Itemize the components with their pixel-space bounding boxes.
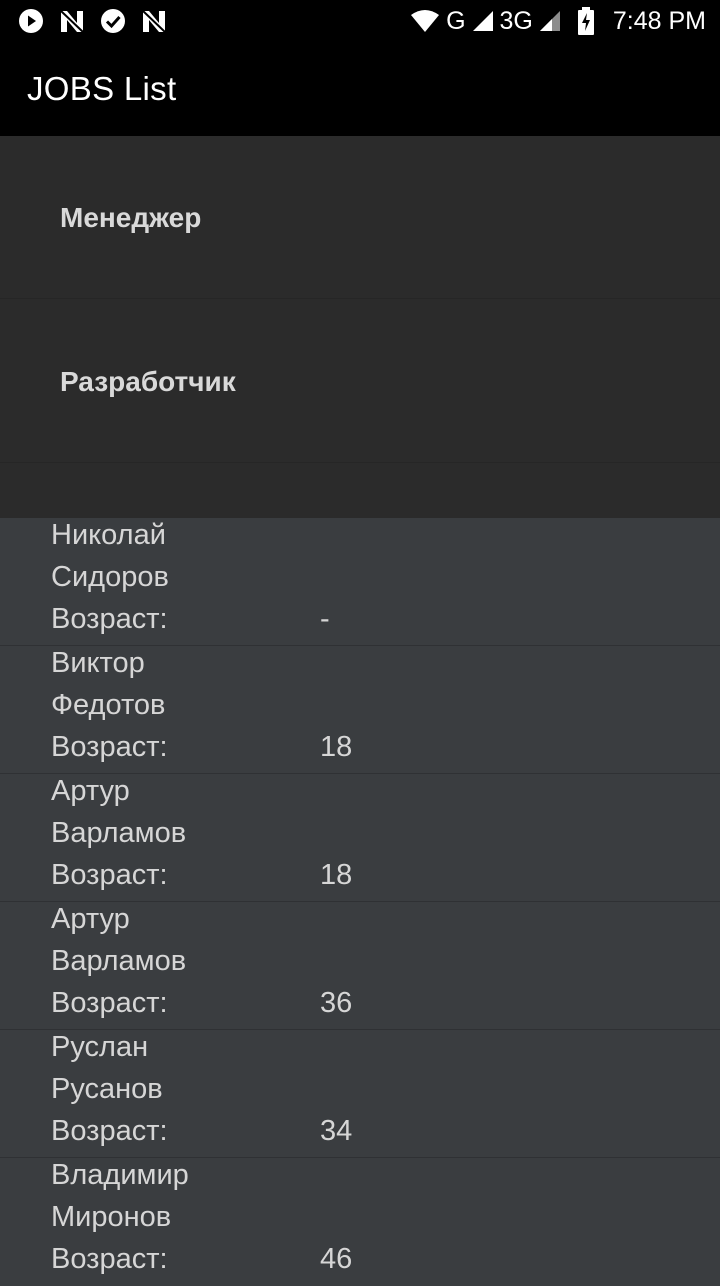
employee-last-name: Федотов — [51, 689, 166, 721]
job-group-list: Менеджер Разработчик — [0, 136, 720, 518]
employee-first-name: Артур — [51, 903, 130, 935]
n-app-icon — [59, 8, 85, 34]
signal-icon — [472, 10, 494, 32]
notification-icons — [18, 7, 167, 35]
age-label: Возраст: — [51, 1243, 168, 1275]
age-label: Возраст: — [51, 1115, 168, 1147]
app-bar: JOBS List — [0, 42, 720, 136]
employee-first-name: Николай — [51, 519, 166, 551]
employee-first-name: Владимир — [51, 1159, 189, 1191]
page-title: JOBS List — [27, 70, 177, 107]
network-type-2: 3G — [499, 7, 533, 35]
age-label: Возраст: — [51, 603, 168, 635]
age-label: Возраст: — [51, 731, 168, 763]
network-type: G — [446, 7, 466, 35]
employee-last-name: Варламов — [51, 945, 187, 977]
age-label: Возраст: — [51, 987, 168, 1019]
system-icons: G 3G 7:48 PM — [410, 5, 706, 37]
battery-charging-icon — [577, 7, 595, 35]
employee-item[interactable]: Руслан Русанов Возраст: 34 — [0, 1030, 720, 1158]
employee-first-name: Артур — [51, 775, 130, 807]
signal-icon-2 — [539, 10, 561, 32]
n-app-icon-2 — [141, 8, 167, 34]
job-group-item-developer[interactable]: Разработчик — [0, 300, 720, 463]
age-value: 18 — [320, 731, 353, 763]
age-value: - — [320, 603, 330, 635]
age-value: 18 — [320, 859, 353, 891]
job-group-label: Менеджер — [60, 202, 202, 233]
wifi-icon — [410, 9, 440, 33]
employee-list: Николай Сидоров Возраст: - Виктор Федото… — [0, 518, 720, 1280]
job-group-label: Разработчик — [60, 366, 236, 397]
age-value: 46 — [320, 1243, 353, 1275]
employee-last-name: Русанов — [51, 1073, 163, 1105]
employee-first-name: Виктор — [51, 647, 145, 679]
employee-first-name: Руслан — [51, 1031, 149, 1063]
play-icon — [18, 8, 44, 34]
employee-item[interactable]: Артур Варламов Возраст: 18 — [0, 774, 720, 902]
employee-last-name: Миронов — [51, 1201, 172, 1233]
job-group-item-manager[interactable]: Менеджер — [0, 136, 720, 299]
employee-item[interactable]: Николай Сидоров Возраст: - — [0, 518, 720, 646]
clock: 7:48 PM — [612, 7, 706, 35]
employee-item[interactable]: Виктор Федотов Возраст: 18 — [0, 646, 720, 774]
age-value: 36 — [320, 987, 353, 1019]
check-circle-icon — [100, 8, 126, 34]
status-bar: G 3G 7:48 PM — [0, 0, 720, 42]
age-value: 34 — [320, 1115, 353, 1147]
employee-last-name: Варламов — [51, 817, 187, 849]
employee-last-name: Сидоров — [51, 561, 169, 593]
employee-item[interactable]: Артур Варламов Возраст: 36 — [0, 902, 720, 1030]
employee-item[interactable]: Владимир Миронов Возраст: 46 — [0, 1158, 720, 1286]
age-label: Возраст: — [51, 859, 168, 891]
